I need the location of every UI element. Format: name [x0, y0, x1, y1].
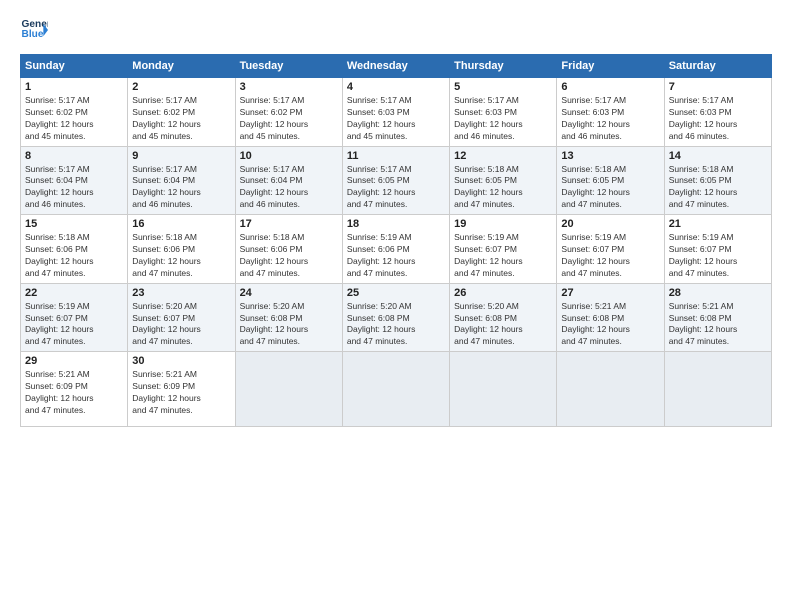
- calendar-cell-30: 30Sunrise: 5:21 AMSunset: 6:09 PMDayligh…: [128, 352, 235, 427]
- calendar-cell-16: 16Sunrise: 5:18 AMSunset: 6:06 PMDayligh…: [128, 215, 235, 284]
- calendar-cell-6: 6Sunrise: 5:17 AMSunset: 6:03 PMDaylight…: [557, 78, 664, 147]
- calendar-cell-28: 28Sunrise: 5:21 AMSunset: 6:08 PMDayligh…: [664, 283, 771, 352]
- calendar-week-3: 15Sunrise: 5:18 AMSunset: 6:06 PMDayligh…: [21, 215, 772, 284]
- calendar-cell-26: 26Sunrise: 5:20 AMSunset: 6:08 PMDayligh…: [450, 283, 557, 352]
- calendar-cell-22: 22Sunrise: 5:19 AMSunset: 6:07 PMDayligh…: [21, 283, 128, 352]
- logo: General Blue: [20, 16, 48, 44]
- calendar-cell-empty: [450, 352, 557, 427]
- calendar-cell-27: 27Sunrise: 5:21 AMSunset: 6:08 PMDayligh…: [557, 283, 664, 352]
- calendar-page: General Blue SundayMondayTuesdayWednesda…: [0, 0, 792, 612]
- calendar-cell-25: 25Sunrise: 5:20 AMSunset: 6:08 PMDayligh…: [342, 283, 449, 352]
- calendar-cell-empty: [235, 352, 342, 427]
- calendar-cell-23: 23Sunrise: 5:20 AMSunset: 6:07 PMDayligh…: [128, 283, 235, 352]
- calendar-cell-24: 24Sunrise: 5:20 AMSunset: 6:08 PMDayligh…: [235, 283, 342, 352]
- calendar-cell-15: 15Sunrise: 5:18 AMSunset: 6:06 PMDayligh…: [21, 215, 128, 284]
- calendar-cell-10: 10Sunrise: 5:17 AMSunset: 6:04 PMDayligh…: [235, 146, 342, 215]
- svg-text:Blue: Blue: [22, 29, 44, 40]
- col-header-sunday: Sunday: [21, 55, 128, 78]
- calendar-cell-8: 8Sunrise: 5:17 AMSunset: 6:04 PMDaylight…: [21, 146, 128, 215]
- calendar-cell-empty: [557, 352, 664, 427]
- calendar-cell-9: 9Sunrise: 5:17 AMSunset: 6:04 PMDaylight…: [128, 146, 235, 215]
- calendar-cell-2: 2Sunrise: 5:17 AMSunset: 6:02 PMDaylight…: [128, 78, 235, 147]
- calendar-cell-29: 29Sunrise: 5:21 AMSunset: 6:09 PMDayligh…: [21, 352, 128, 427]
- calendar-cell-12: 12Sunrise: 5:18 AMSunset: 6:05 PMDayligh…: [450, 146, 557, 215]
- calendar-week-2: 8Sunrise: 5:17 AMSunset: 6:04 PMDaylight…: [21, 146, 772, 215]
- calendar-week-4: 22Sunrise: 5:19 AMSunset: 6:07 PMDayligh…: [21, 283, 772, 352]
- col-header-thursday: Thursday: [450, 55, 557, 78]
- header-row: SundayMondayTuesdayWednesdayThursdayFrid…: [21, 55, 772, 78]
- calendar-week-1: 1Sunrise: 5:17 AMSunset: 6:02 PMDaylight…: [21, 78, 772, 147]
- calendar-cell-14: 14Sunrise: 5:18 AMSunset: 6:05 PMDayligh…: [664, 146, 771, 215]
- calendar-week-5: 29Sunrise: 5:21 AMSunset: 6:09 PMDayligh…: [21, 352, 772, 427]
- col-header-tuesday: Tuesday: [235, 55, 342, 78]
- calendar-cell-13: 13Sunrise: 5:18 AMSunset: 6:05 PMDayligh…: [557, 146, 664, 215]
- calendar-cell-5: 5Sunrise: 5:17 AMSunset: 6:03 PMDaylight…: [450, 78, 557, 147]
- calendar-cell-20: 20Sunrise: 5:19 AMSunset: 6:07 PMDayligh…: [557, 215, 664, 284]
- col-header-wednesday: Wednesday: [342, 55, 449, 78]
- col-header-monday: Monday: [128, 55, 235, 78]
- col-header-saturday: Saturday: [664, 55, 771, 78]
- calendar-cell-3: 3Sunrise: 5:17 AMSunset: 6:02 PMDaylight…: [235, 78, 342, 147]
- calendar-cell-1: 1Sunrise: 5:17 AMSunset: 6:02 PMDaylight…: [21, 78, 128, 147]
- calendar-cell-empty: [664, 352, 771, 427]
- calendar-cell-empty: [342, 352, 449, 427]
- calendar-cell-19: 19Sunrise: 5:19 AMSunset: 6:07 PMDayligh…: [450, 215, 557, 284]
- logo-icon: General Blue: [20, 16, 48, 44]
- calendar-cell-7: 7Sunrise: 5:17 AMSunset: 6:03 PMDaylight…: [664, 78, 771, 147]
- calendar-cell-4: 4Sunrise: 5:17 AMSunset: 6:03 PMDaylight…: [342, 78, 449, 147]
- calendar-cell-18: 18Sunrise: 5:19 AMSunset: 6:06 PMDayligh…: [342, 215, 449, 284]
- header: General Blue: [20, 16, 772, 44]
- calendar-table: SundayMondayTuesdayWednesdayThursdayFrid…: [20, 54, 772, 427]
- col-header-friday: Friday: [557, 55, 664, 78]
- calendar-cell-21: 21Sunrise: 5:19 AMSunset: 6:07 PMDayligh…: [664, 215, 771, 284]
- calendar-cell-17: 17Sunrise: 5:18 AMSunset: 6:06 PMDayligh…: [235, 215, 342, 284]
- calendar-cell-11: 11Sunrise: 5:17 AMSunset: 6:05 PMDayligh…: [342, 146, 449, 215]
